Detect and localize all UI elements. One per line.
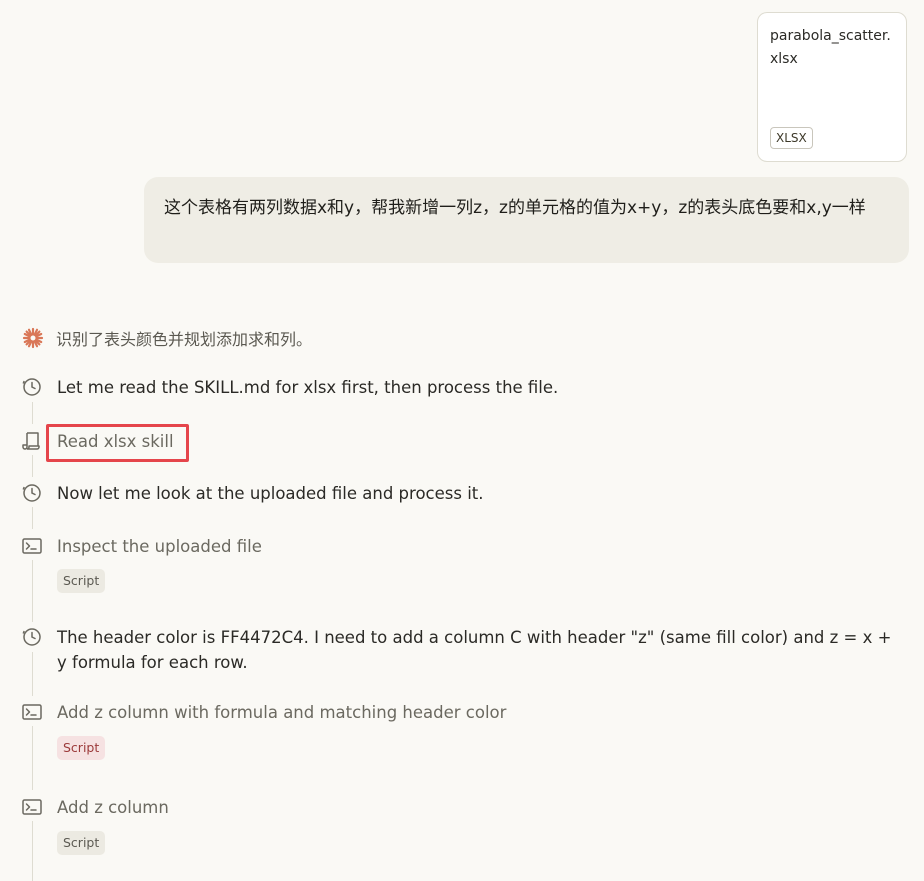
script-badge[interactable]: Script: [57, 831, 106, 855]
timeline-step-inspect-file[interactable]: Inspect the uploaded file: [20, 534, 262, 559]
clock-icon: [22, 628, 41, 646]
script-badge[interactable]: Script: [57, 736, 106, 760]
step-text: Add z column with formula and matching h…: [57, 703, 507, 722]
timeline-connector: [32, 560, 33, 622]
chat-page: parabola_scatter.xlsx XLSX 这个表格有两列数据x和y，…: [0, 0, 924, 881]
timeline-step: Now let me look at the uploaded file and…: [20, 481, 484, 506]
highlight-box: [46, 424, 189, 462]
timeline-connector: [32, 821, 33, 881]
clock-icon: [22, 484, 41, 502]
timeline-step: The header color is FF4472C4. I need to …: [20, 625, 897, 675]
timeline-step: Let me read the SKILL.md for xlsx first,…: [20, 375, 558, 400]
timeline-connector: [32, 507, 33, 529]
step-text: The header color is FF4472C4. I need to …: [57, 628, 892, 672]
step-text: Let me read the SKILL.md for xlsx first,…: [57, 378, 559, 397]
attachment-filename: parabola_scatter.xlsx: [770, 28, 891, 67]
clock-icon: [22, 378, 41, 396]
spark-icon: [22, 327, 44, 349]
thinking-summary[interactable]: 识别了表头颜色并规划添加求和列。: [22, 324, 312, 352]
terminal-icon: [22, 704, 42, 720]
terminal-icon: [22, 538, 42, 554]
scroll-icon: [22, 432, 40, 450]
terminal-icon: [22, 799, 42, 815]
step-text: Now let me look at the uploaded file and…: [57, 484, 484, 503]
attachment-type-badge: XLSX: [770, 127, 813, 149]
thinking-summary-text: 识别了表头颜色并规划添加求和列。: [56, 330, 313, 349]
step-text: Inspect the uploaded file: [57, 537, 262, 556]
timeline-step-add-z-formula[interactable]: Add z column with formula and matching h…: [20, 700, 506, 725]
script-badge[interactable]: Script: [57, 569, 106, 593]
step-text: Add z column: [57, 798, 169, 817]
attachment-card[interactable]: parabola_scatter.xlsx XLSX: [757, 12, 907, 162]
timeline-connector: [32, 402, 33, 424]
timeline-connector: [32, 455, 33, 477]
timeline-step-add-z-column[interactable]: Add z column: [20, 795, 169, 820]
user-message-bubble: 这个表格有两列数据x和y，帮我新增一列z，z的单元格的值为x+y，z的表头底色要…: [144, 177, 909, 263]
timeline-connector: [32, 726, 33, 790]
